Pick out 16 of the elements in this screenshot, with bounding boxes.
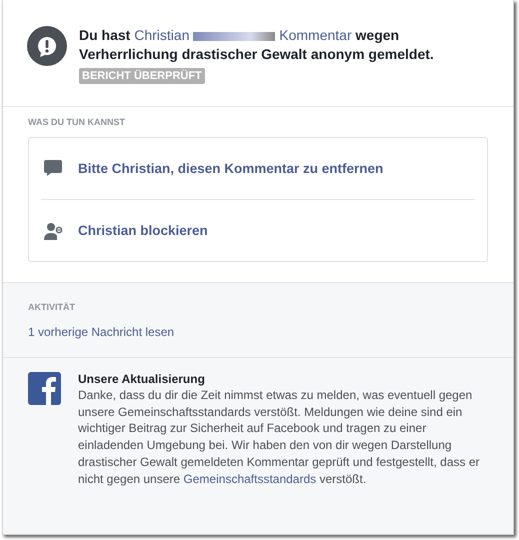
action-button[interactable]: Christian blockieren bbox=[41, 200, 475, 261]
link[interactable]: Christian bbox=[134, 27, 190, 43]
section-heading: WAS DU TUN KANNST bbox=[28, 117, 126, 127]
person-minus-icon bbox=[43, 220, 63, 240]
update-title: Unsere Aktualisierung bbox=[78, 371, 206, 387]
alert-icon bbox=[27, 26, 67, 66]
link[interactable]: Gemeinschaftsstandards bbox=[183, 472, 316, 486]
status-badge: BERICHT ÜBERPRÜFT bbox=[79, 68, 205, 84]
speech-bubble-icon bbox=[43, 158, 63, 178]
action-button[interactable]: Bitte Christian, diesen Kommentar zu entfernen bbox=[41, 138, 475, 199]
report-message: Du hast Christian Kommentar wegen Verherrlichung drastischer Gewalt anonym gemeldet. bbox=[79, 26, 435, 64]
section-heading: AKTIVITÄT bbox=[28, 302, 75, 312]
update-message: Danke, dass du dir die Zeit nimmst etwas zu melden, was eventuell gegen unsere Gemeinschaftsstandards verstößt. Meldungen wie deine sind ein wichtiger Beitrag zur Sicherheit auf Facebook und tragen zu einer einladenden Umgebung bei. Wir haben den von dir wegen Darstellung drastischer Gewalt gemeldeten Kommentar geprüft und festgestellt, dass er nicht gegen unsere Gemeinschaftsstandards verstößt. bbox=[78, 387, 481, 488]
previous-message-link[interactable]: 1 vorherige Nachricht lesen bbox=[28, 325, 174, 339]
facebook-logo-icon bbox=[28, 372, 61, 405]
link[interactable]: Kommentar bbox=[279, 27, 352, 43]
